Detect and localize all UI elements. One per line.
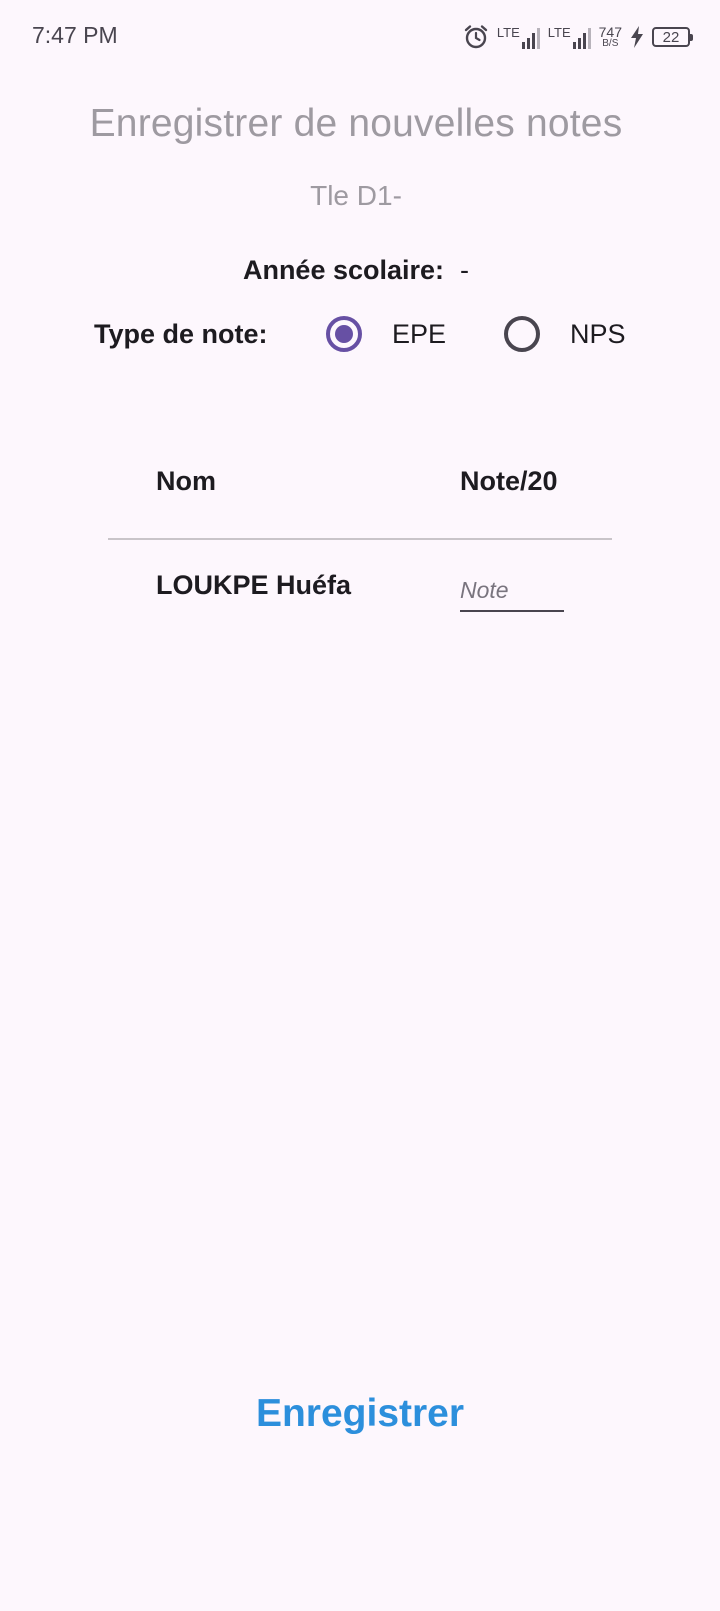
radio-selected-dot [335, 325, 353, 343]
page-title: Enregistrer de nouvelles notes [89, 102, 623, 145]
school-year-value: - [460, 255, 470, 285]
table-row: LOUKPE Huéfa [108, 540, 612, 640]
radio-nps[interactable] [504, 316, 541, 352]
alarm-icon [463, 24, 489, 50]
charging-bolt-icon [630, 26, 644, 48]
status-bar: 7:47 PM LTE LTE 747 B/S 22 [0, 0, 720, 72]
battery-level: 22 [662, 28, 680, 46]
radio-epe-label[interactable]: EPE [392, 319, 446, 350]
status-icons: LTE LTE 747 B/S 22 [463, 20, 693, 54]
school-year-label: Année scolaire: [242, 255, 445, 285]
column-header-note: Note/20 [460, 466, 558, 496]
grades-table: Nom Note/20 LOUKPE Huéfa [108, 440, 612, 640]
lte-label: LTE [547, 24, 571, 40]
battery-icon: 22 [652, 27, 693, 47]
note-input[interactable] [460, 570, 564, 612]
note-type-label: Type de note: [94, 318, 268, 349]
signal-sim1-icon: LTE [497, 26, 540, 49]
note-type-row: Type de note: EPE NPS [94, 312, 626, 356]
status-time: 7:47 PM [32, 22, 118, 48]
signal-sim2-icon: LTE [548, 26, 591, 49]
radio-nps-label[interactable]: NPS [570, 319, 626, 350]
note-type-option-epe[interactable]: EPE [326, 316, 446, 352]
network-speed: 747 B/S [598, 23, 622, 49]
student-name: LOUKPE Huéfa [156, 570, 352, 600]
column-header-name: Nom [156, 466, 216, 496]
network-speed-unit: B/S [602, 37, 619, 49]
note-type-option-nps[interactable]: NPS [504, 316, 626, 352]
radio-epe[interactable] [326, 316, 362, 352]
table-header: Nom Note/20 [108, 440, 612, 540]
school-year-row: Année scolaire: - [0, 255, 712, 286]
lte-label: LTE [496, 24, 520, 40]
save-button[interactable]: Enregistrer [0, 1392, 720, 1436]
network-speed-value: 747 [598, 23, 622, 40]
class-name: Tle D1- [310, 180, 402, 211]
